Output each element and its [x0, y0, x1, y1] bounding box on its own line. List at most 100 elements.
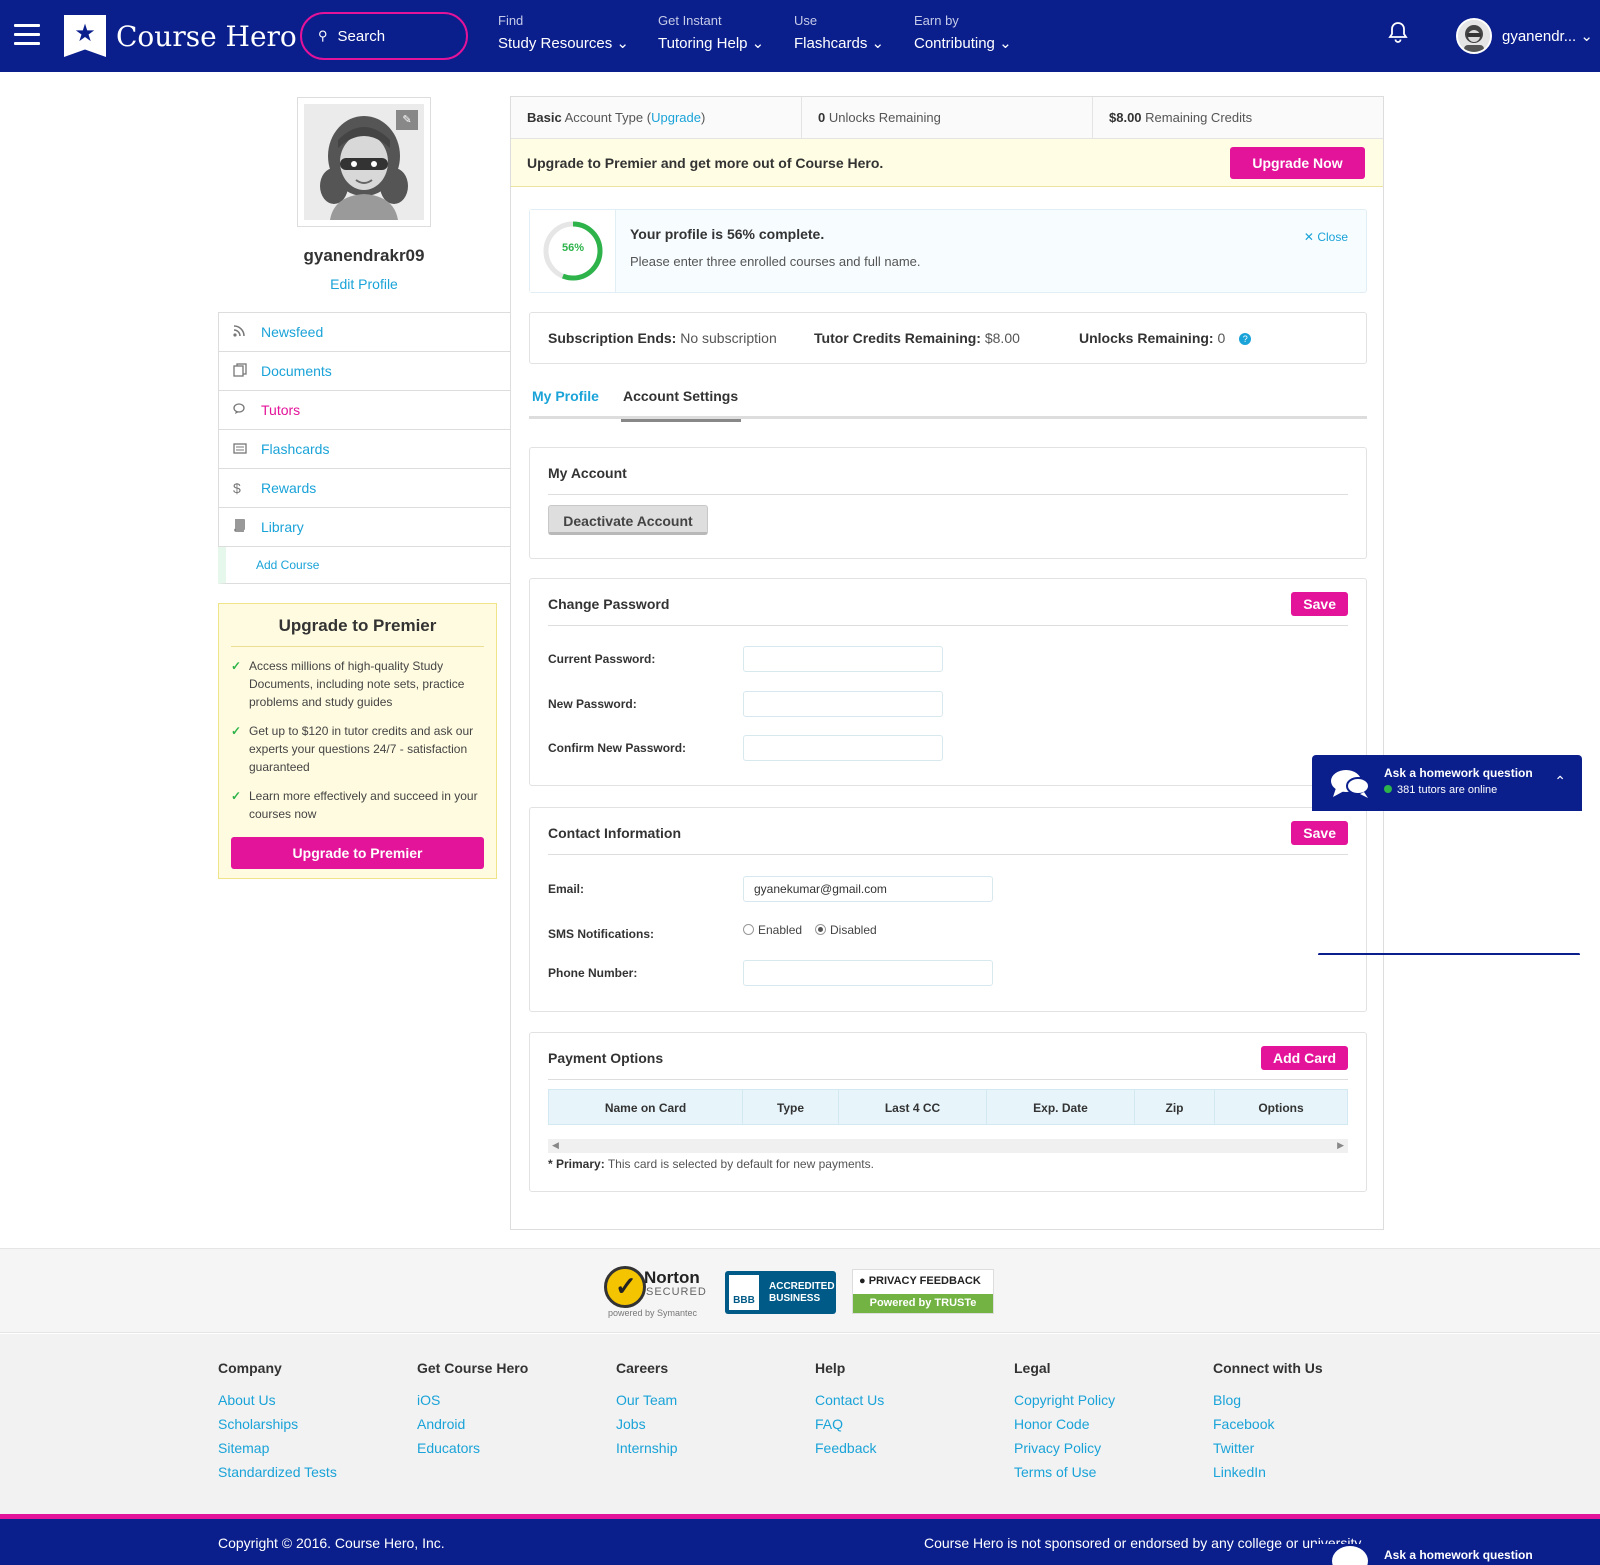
phone-number-input[interactable] — [743, 960, 993, 986]
upgrade-premier-panel: Upgrade to Premier ✓ Access millions of h… — [218, 603, 497, 879]
email-field[interactable]: gyanekumar@gmail.com — [743, 876, 993, 902]
search-label: Search — [337, 27, 386, 45]
ask-homework-chat-widget[interactable]: Ask a homework question 381 tutors are o… — [1312, 755, 1582, 811]
nav-contributing[interactable]: Earn by Contributing ⌄ — [914, 13, 1012, 52]
bbb-logo-icon: BBB — [729, 1275, 759, 1310]
upgrade-link[interactable]: Upgrade — [651, 110, 701, 125]
upgrade-panel-title: Upgrade to Premier — [231, 616, 484, 647]
sidebar-item-tutors[interactable]: Tutors — [218, 391, 510, 430]
search-button[interactable]: ⚲ Search — [300, 12, 468, 60]
upgrade-now-button[interactable]: Upgrade Now — [1230, 147, 1365, 179]
tab-account-settings[interactable]: Account Settings — [621, 385, 741, 422]
footer-link[interactable]: Contact Us — [815, 1388, 884, 1412]
bbb-accredited-badge[interactable]: BBB ACCREDITED BUSINESS — [725, 1271, 836, 1314]
progress-title: Your profile is 56% complete. — [630, 226, 825, 242]
confirm-password-input[interactable] — [743, 735, 943, 761]
sidebar-item-documents[interactable]: Documents — [218, 352, 510, 391]
footer-link[interactable]: Honor Code — [1014, 1412, 1115, 1436]
chevron-down-icon: ⌄ — [999, 35, 1012, 52]
nav-small-label: Earn by — [914, 13, 959, 28]
footer-link[interactable]: Feedback — [815, 1436, 884, 1460]
user-avatar[interactable] — [1456, 18, 1492, 54]
tutor-credits-remaining: Tutor Credits Remaining: $8.00 — [814, 330, 1020, 346]
truste-privacy-badge[interactable]: ● PRIVACY FEEDBACK Powered by TRUSTe — [852, 1269, 994, 1314]
current-password-input[interactable] — [743, 646, 943, 672]
save-contact-button[interactable]: Save — [1291, 821, 1348, 845]
footer-link[interactable]: Twitter — [1213, 1436, 1323, 1460]
sms-enabled-radio[interactable]: Enabled — [743, 923, 802, 937]
save-password-button[interactable]: Save — [1291, 592, 1348, 616]
column-header[interactable]: Type — [743, 1090, 839, 1124]
footer-link[interactable]: LinkedIn — [1213, 1460, 1323, 1484]
sidebar-item-label: Rewards — [261, 480, 317, 496]
logo-star-icon: ★ — [64, 15, 106, 57]
horizontal-scrollbar[interactable]: ◀ ▶ — [548, 1139, 1348, 1153]
footer-link[interactable]: Standardized Tests — [218, 1460, 337, 1484]
footer-link[interactable]: Android — [417, 1412, 528, 1436]
sidebar-item-flashcards[interactable]: Flashcards — [218, 430, 510, 469]
scroll-left-icon[interactable]: ◀ — [552, 1140, 559, 1151]
sidebar-item-library[interactable]: Library — [218, 508, 510, 547]
menu-icon[interactable] — [14, 24, 40, 46]
nav-big-label: Study Resources ⌄ — [498, 35, 629, 52]
footer-link[interactable]: About Us — [218, 1388, 337, 1412]
footer-link[interactable]: Copyright Policy — [1014, 1388, 1115, 1412]
new-password-label: New Password: — [548, 697, 637, 711]
close-button[interactable]: ✕ Close — [1304, 230, 1348, 244]
help-icon[interactable]: ? — [1239, 333, 1252, 345]
footer-link[interactable]: Jobs — [616, 1412, 677, 1436]
course-hero-logo[interactable]: ★ Course Hero — [64, 14, 297, 58]
ask-homework-chat-widget-collapsed[interactable]: Ask a homework question — [1312, 1544, 1582, 1565]
scroll-right-icon[interactable]: ▶ — [1337, 1140, 1344, 1151]
sidebar-item-rewards[interactable]: $ Rewards — [218, 469, 510, 508]
change-password-section: Change Password Save Current Password: N… — [529, 578, 1367, 786]
column-header[interactable]: Exp. Date — [987, 1090, 1135, 1124]
footer-column-legal: Legal Copyright Policy Honor Code Privac… — [1014, 1360, 1115, 1484]
footer-column-help: Help Contact Us FAQ Feedback — [815, 1360, 884, 1460]
column-header[interactable]: Name on Card — [549, 1090, 743, 1124]
tab-my-profile[interactable]: My Profile — [532, 385, 599, 419]
new-password-input[interactable] — [743, 691, 943, 717]
edit-profile-link[interactable]: Edit Profile — [214, 276, 514, 292]
dollar-icon: $ — [233, 480, 241, 496]
sms-disabled-radio[interactable]: Disabled — [815, 923, 877, 937]
divider — [548, 625, 1348, 626]
norton-secured-badge[interactable]: ✓ Norton SECURED powered by Symantec — [604, 1262, 712, 1320]
footer-link[interactable]: Educators — [417, 1436, 528, 1460]
chat-online-status: 381 tutors are online — [1384, 784, 1497, 796]
footer-link[interactable]: Our Team — [616, 1388, 677, 1412]
nav-tutoring-help[interactable]: Get Instant Tutoring Help ⌄ — [658, 13, 764, 52]
footer-link[interactable]: Terms of Use — [1014, 1460, 1115, 1484]
logo-text: Course Hero — [116, 19, 297, 53]
deactivate-account-button[interactable]: Deactivate Account — [548, 505, 708, 535]
flashcards-icon — [233, 442, 261, 457]
nav-flashcards[interactable]: Use Flashcards ⌄ — [794, 13, 884, 52]
nav-small-label: Use — [794, 13, 818, 28]
footer-column-title: Legal — [1014, 1360, 1051, 1376]
upgrade-to-premier-button[interactable]: Upgrade to Premier — [231, 837, 484, 869]
nav-study-resources[interactable]: Find Study Resources ⌄ — [498, 13, 629, 52]
book-icon — [233, 519, 261, 535]
notifications-bell-icon[interactable] — [1388, 22, 1408, 50]
sidebar-item-newsfeed[interactable]: Newsfeed — [218, 313, 510, 352]
chat-title: Ask a homework question — [1384, 1548, 1533, 1562]
profile-picture: ✎ — [297, 97, 431, 227]
footer-link[interactable]: Sitemap — [218, 1436, 337, 1460]
footer-link[interactable]: Facebook — [1213, 1412, 1323, 1436]
add-card-button[interactable]: Add Card — [1261, 1046, 1348, 1070]
column-header[interactable]: Zip — [1135, 1090, 1215, 1124]
user-menu[interactable]: gyanendr... ⌄ — [1502, 27, 1593, 45]
footer-link[interactable]: iOS — [417, 1388, 528, 1412]
add-course-link[interactable]: Add Course — [218, 547, 510, 584]
footer-column-title: Help — [815, 1360, 846, 1376]
footer-link[interactable]: Privacy Policy — [1014, 1436, 1115, 1460]
column-header[interactable]: Last 4 CC — [839, 1090, 987, 1124]
footer-link[interactable]: Scholarships — [218, 1412, 337, 1436]
column-header[interactable]: Options — [1215, 1090, 1347, 1124]
footer-link[interactable]: Internship — [616, 1436, 677, 1460]
footer-link[interactable]: Blog — [1213, 1388, 1323, 1412]
edit-photo-pencil-icon[interactable]: ✎ — [396, 110, 418, 130]
footer-link[interactable]: FAQ — [815, 1412, 884, 1436]
chevron-up-icon[interactable]: ⌃ — [1554, 773, 1566, 790]
disclaimer-text: Course Hero is not sponsored or endorsed… — [924, 1535, 1365, 1551]
